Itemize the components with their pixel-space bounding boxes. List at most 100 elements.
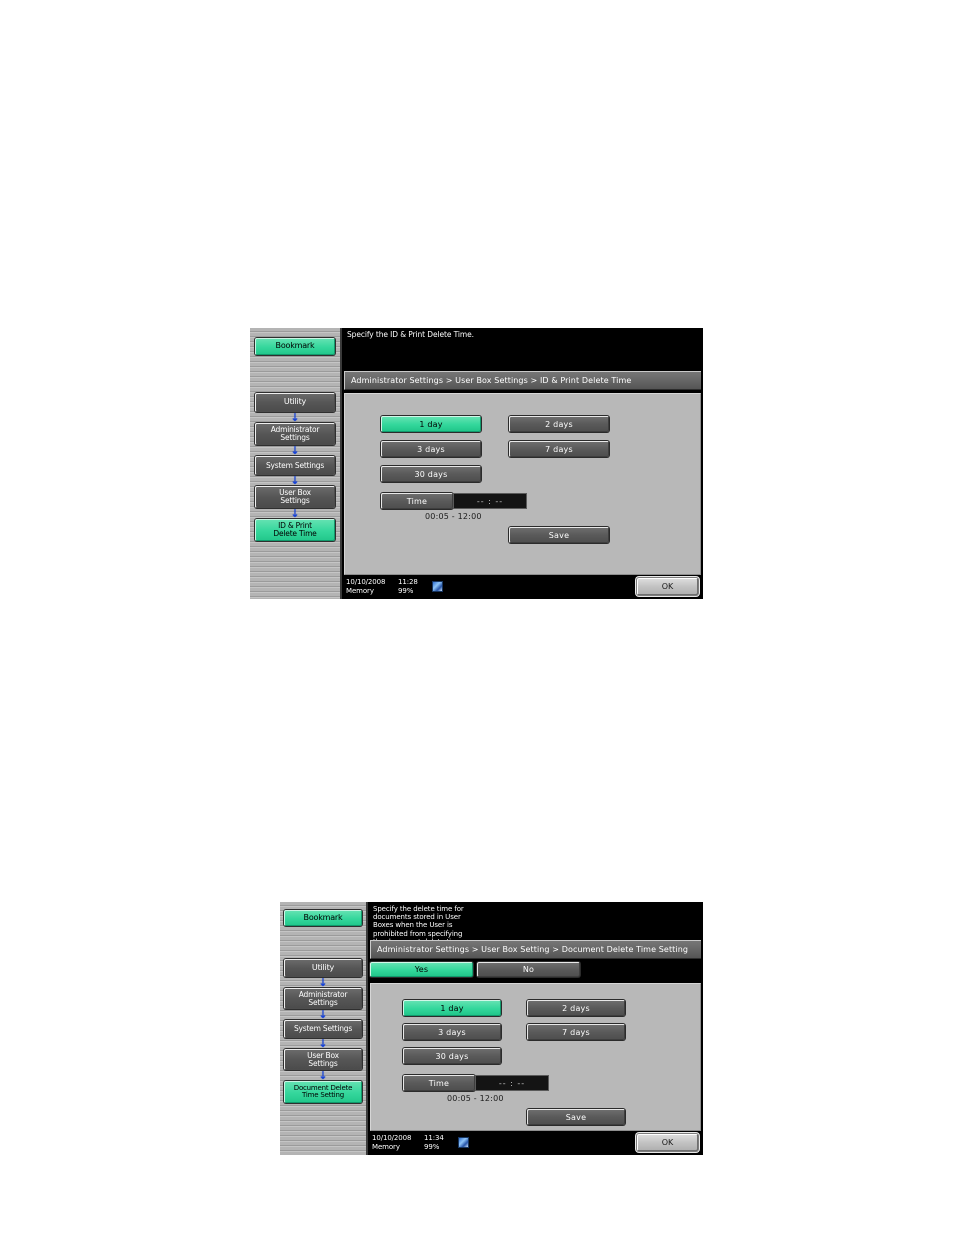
breadcrumb: Administrator Settings > User Box Settin…: [370, 940, 701, 959]
save-button[interactable]: Save: [527, 1109, 625, 1125]
delete-time-options: 1 day 2 days 3 days 7 days 30 days Time …: [381, 416, 681, 543]
option-row: 1 day 2 days: [403, 1000, 688, 1016]
time-value-display[interactable]: -- : --: [475, 1075, 549, 1091]
save-button-label: Save: [565, 1112, 587, 1122]
toggle-yes-button[interactable]: Yes: [370, 962, 473, 977]
toggle-label: No: [522, 965, 535, 974]
arrow-down-icon: ↓: [318, 1036, 328, 1050]
operation-panel-document-delete-time-setting: Bookmark Utility ↓ Administrator Setting…: [280, 902, 703, 1155]
option-row: 30 days: [381, 466, 681, 482]
save-row: Save: [381, 527, 681, 543]
option-3-days[interactable]: 3 days: [381, 441, 481, 457]
status-memory-value: 99%: [424, 1143, 440, 1151]
save-row: Save: [403, 1109, 688, 1125]
option-label: 30 days: [414, 469, 448, 479]
arrow-down-icon: ↓: [318, 1068, 328, 1082]
time-range-label: 00:05 - 12:00: [425, 512, 482, 521]
status-date: 10/10/2008: [372, 1134, 412, 1142]
memory-icon: [432, 581, 443, 592]
sidebar-item-bookmark[interactable]: Bookmark: [255, 338, 335, 355]
time-button[interactable]: Time: [381, 493, 453, 509]
sidebar-item-label: System Settings: [265, 460, 325, 470]
arrow-down-icon: ↓: [318, 975, 328, 989]
sidebar-item-label: Utility: [283, 397, 307, 407]
settings-body: 1 day 2 days 3 days 7 days 30 days Time …: [370, 983, 701, 1131]
sidebar-item-bookmark[interactable]: Bookmark: [284, 910, 362, 926]
sidebar-item-label: Document Delete Time Setting: [293, 1083, 353, 1099]
status-bar: 10/10/2008 Memory 11:34 99% OK: [368, 1131, 703, 1155]
sidebar-item-system-settings[interactable]: System Settings: [284, 1020, 362, 1038]
option-7-days[interactable]: 7 days: [527, 1024, 625, 1040]
operation-panel-id-print-delete-time: Bookmark Utility ↓ Administrator Setting…: [250, 328, 703, 599]
arrow-down-icon: ↓: [290, 410, 300, 424]
time-button-label: Time: [406, 496, 428, 506]
arrow-down-icon: ↓: [290, 443, 300, 457]
option-30-days[interactable]: 30 days: [381, 466, 481, 482]
option-label: 7 days: [545, 444, 573, 454]
time-row: Time -- : --: [403, 1075, 688, 1091]
save-button[interactable]: Save: [509, 527, 609, 543]
toggle-label: Yes: [414, 965, 429, 974]
memory-icon: [458, 1137, 469, 1148]
sidebar-item-administrator-settings[interactable]: Administrator Settings: [255, 423, 335, 445]
sidebar-item-label: Bookmark: [303, 912, 343, 922]
toggle-no-button[interactable]: No: [477, 962, 580, 977]
sidebar-item-id-print-delete-time[interactable]: ID & Print Delete Time: [255, 519, 335, 541]
time-value: -- : --: [476, 496, 504, 506]
time-value-display[interactable]: -- : --: [453, 493, 527, 509]
sidebar-item-label: System Settings: [293, 1024, 353, 1034]
ok-button[interactable]: OK: [637, 1134, 698, 1151]
sidebar-rail: Bookmark Utility ↓ Administrator Setting…: [280, 902, 368, 1155]
sidebar-item-utility[interactable]: Utility: [255, 393, 335, 412]
option-row: 3 days 7 days: [403, 1024, 688, 1040]
arrow-down-icon: ↓: [290, 506, 300, 520]
sidebar-item-user-box-settings[interactable]: User Box Settings: [255, 486, 335, 508]
sidebar-item-label: User Box Settings: [307, 1050, 339, 1068]
sidebar-item-label: Utility: [311, 962, 335, 972]
message-bar: Specify the ID & Print Delete Time.: [342, 328, 703, 371]
option-row: 3 days 7 days: [381, 441, 681, 457]
arrow-down-icon: ↓: [318, 1007, 328, 1021]
status-memory-label: Memory: [372, 1143, 400, 1151]
sidebar-item-user-box-settings[interactable]: User Box Settings: [284, 1049, 362, 1070]
ok-button[interactable]: OK: [637, 578, 698, 595]
screen-area: Specify the delete time for documents st…: [368, 902, 703, 1155]
save-button-label: Save: [548, 530, 570, 540]
option-2-days[interactable]: 2 days: [527, 1000, 625, 1016]
sidebar-item-system-settings[interactable]: System Settings: [255, 456, 335, 475]
option-1-day[interactable]: 1 day: [403, 1000, 501, 1016]
status-memory-value: 99%: [398, 587, 414, 595]
delete-time-options: 1 day 2 days 3 days 7 days 30 days Time …: [403, 1000, 688, 1125]
time-value: -- : --: [498, 1078, 526, 1088]
status-bar: 10/10/2008 Memory 11:28 99% OK: [342, 575, 703, 599]
sidebar-item-document-delete-time-setting[interactable]: Document Delete Time Setting: [284, 1081, 362, 1103]
sidebar-item-label: Administrator Settings: [298, 989, 348, 1007]
status-memory-label: Memory: [346, 587, 374, 595]
option-label: 3 days: [438, 1027, 466, 1037]
option-30-days[interactable]: 30 days: [403, 1048, 501, 1064]
option-1-day[interactable]: 1 day: [381, 416, 481, 432]
status-date: 10/10/2008: [346, 578, 386, 586]
option-7-days[interactable]: 7 days: [509, 441, 609, 457]
sidebar-item-label: User Box Settings: [279, 488, 311, 505]
option-label: 30 days: [435, 1051, 469, 1061]
time-row: Time -- : --: [381, 493, 681, 509]
option-2-days[interactable]: 2 days: [509, 416, 609, 432]
option-label: 1 day: [440, 1003, 464, 1013]
time-button-label: Time: [428, 1078, 450, 1088]
sidebar-item-utility[interactable]: Utility: [284, 959, 362, 977]
ok-button-label: OK: [661, 1138, 674, 1147]
option-label: 2 days: [562, 1003, 590, 1013]
option-3-days[interactable]: 3 days: [403, 1024, 501, 1040]
enable-toggle-group: Yes No: [368, 959, 703, 980]
option-row: 1 day 2 days: [381, 416, 681, 432]
option-label: 1 day: [419, 419, 443, 429]
sidebar-item-label: Administrator Settings: [270, 425, 320, 442]
sidebar-rail: Bookmark Utility ↓ Administrator Setting…: [250, 328, 342, 599]
arrow-down-icon: ↓: [290, 473, 300, 487]
option-label: 2 days: [545, 419, 573, 429]
sidebar-item-administrator-settings[interactable]: Administrator Settings: [284, 988, 362, 1009]
time-button[interactable]: Time: [403, 1075, 475, 1091]
message-bar: Specify the delete time for documents st…: [368, 902, 703, 946]
option-row: 30 days: [403, 1048, 688, 1064]
